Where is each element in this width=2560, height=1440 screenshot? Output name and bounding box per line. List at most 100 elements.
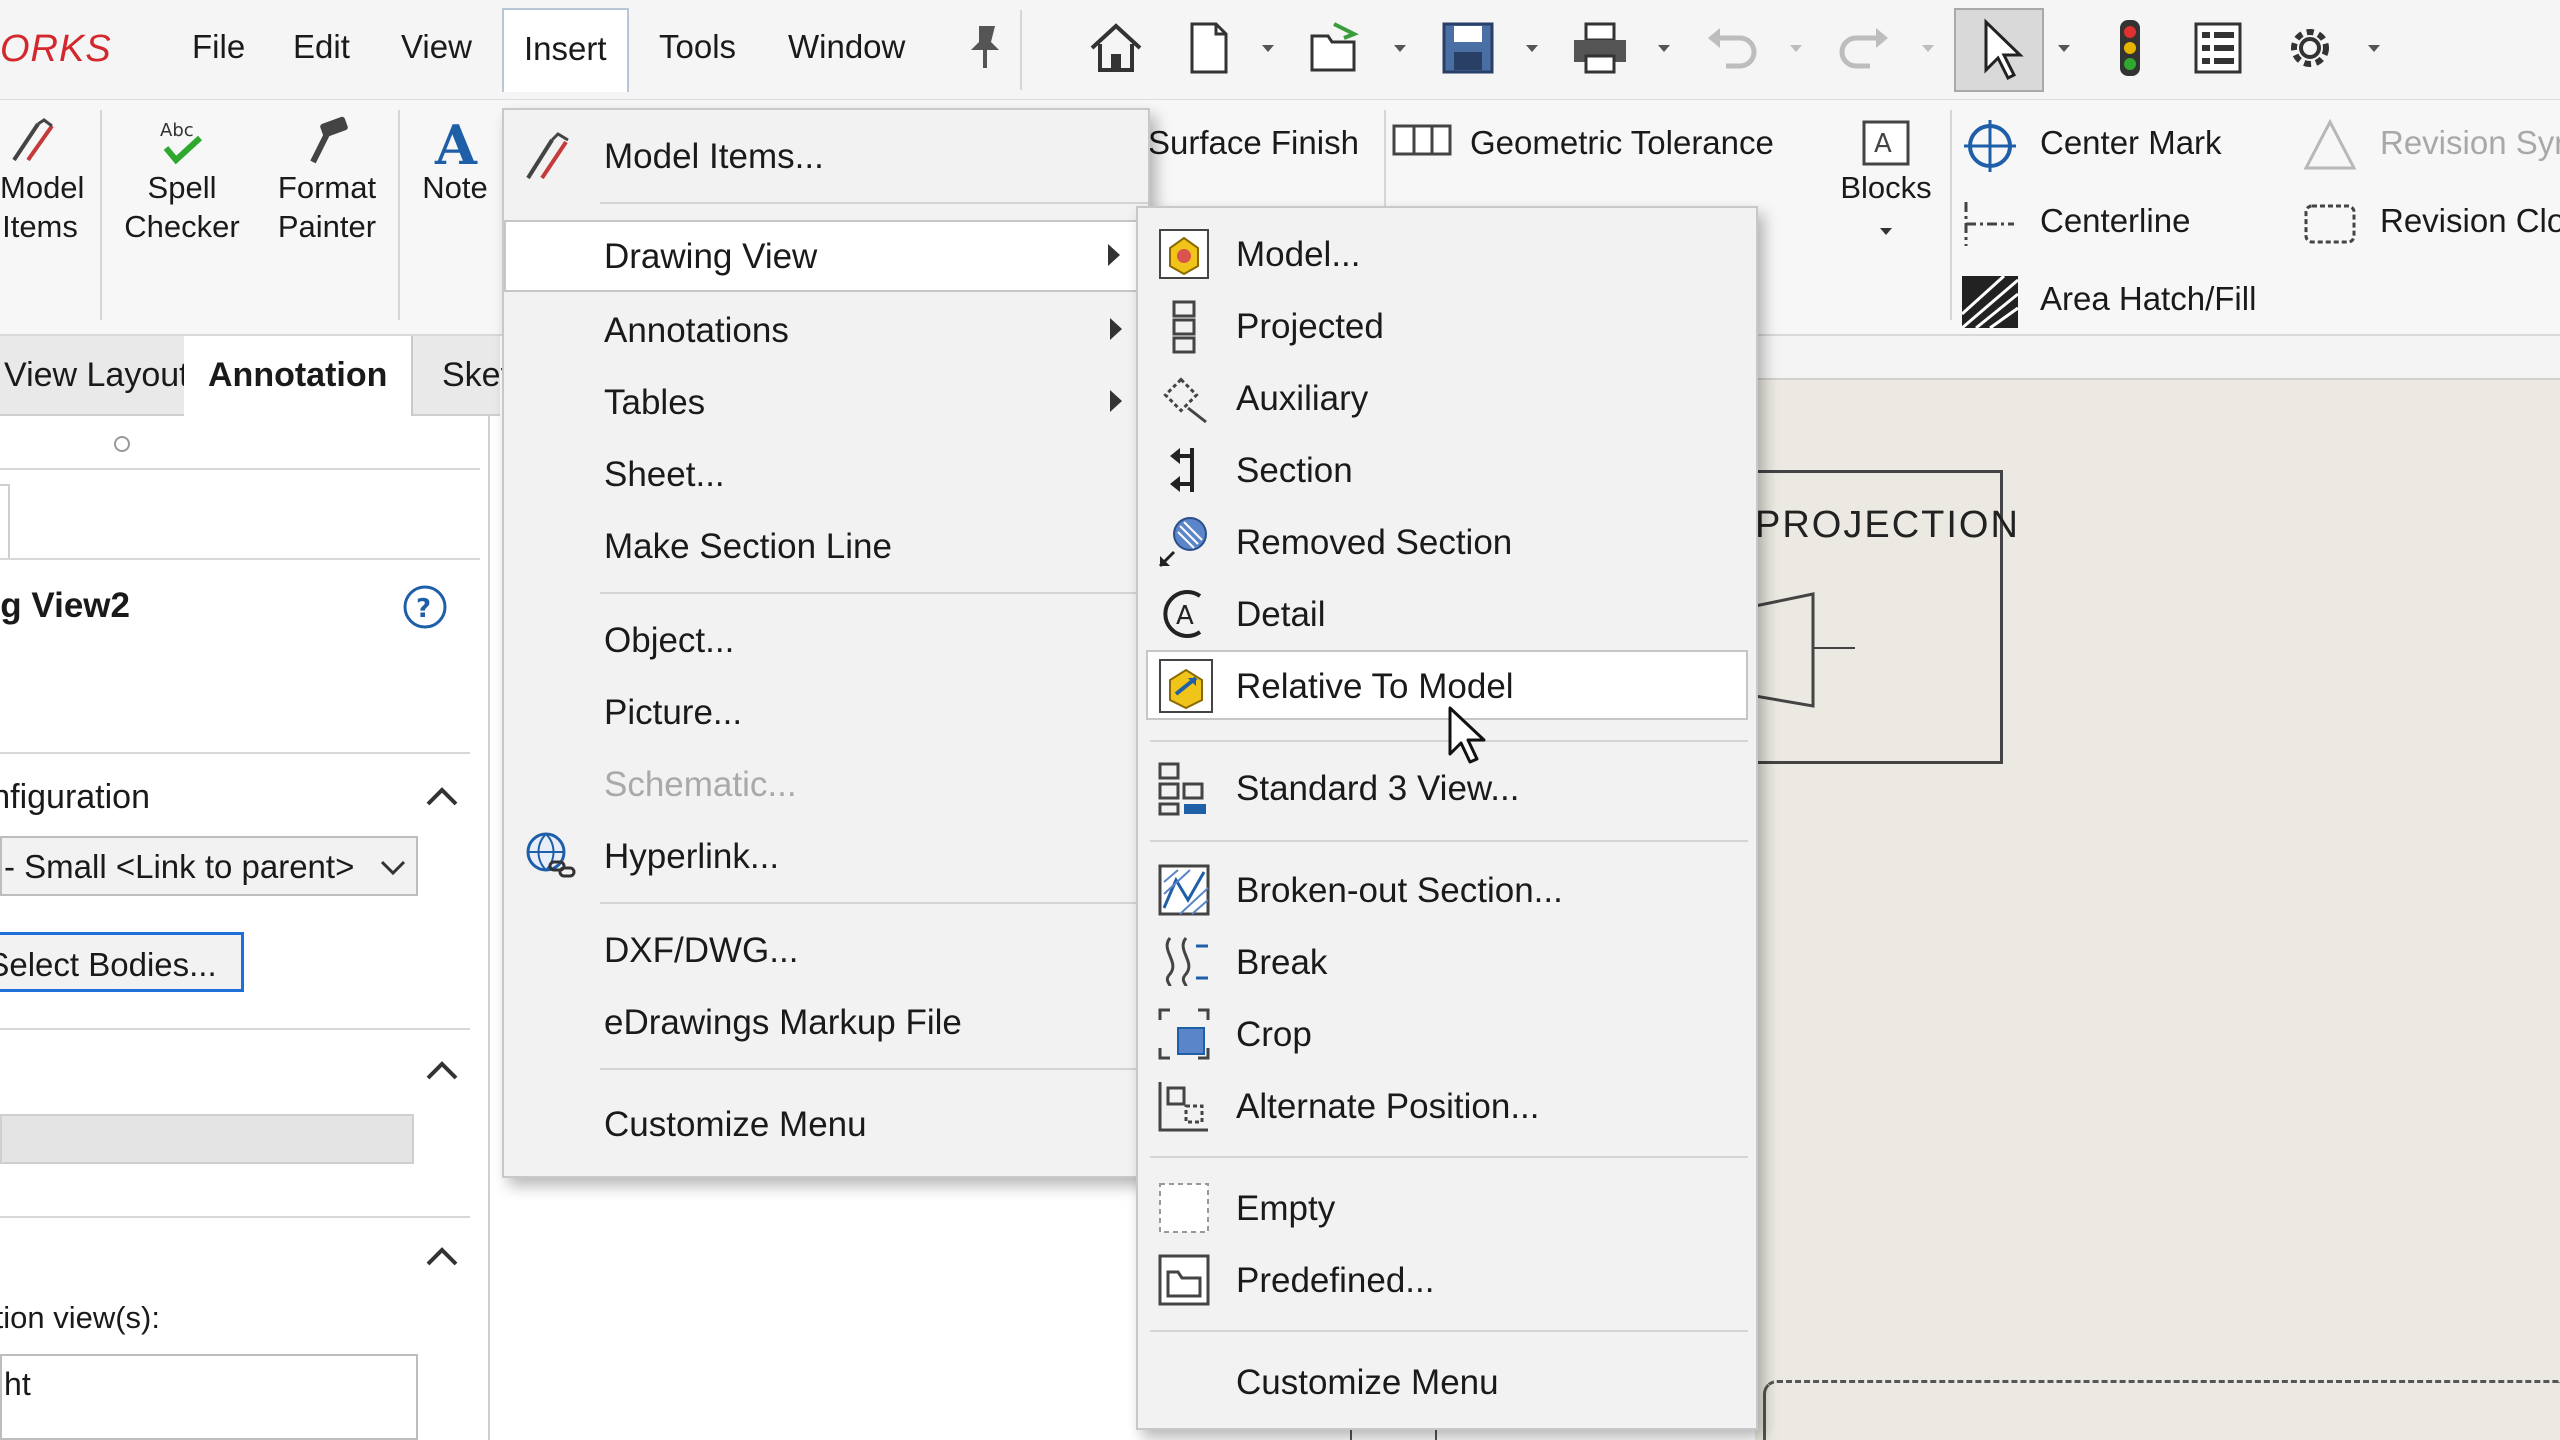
menu-item-make-section-line[interactable]: Make Section Line <box>504 512 1148 580</box>
menu-item-annotations[interactable]: Annotations <box>504 296 1148 364</box>
undo-dropdown-arrow-icon[interactable] <box>1786 38 1806 58</box>
submenu-item-customize-menu[interactable]: Customize Menu <box>1138 1348 1756 1416</box>
menu-item-edrawings-markup[interactable]: eDrawings Markup File <box>504 988 1148 1056</box>
revision-cloud-icon <box>2302 196 2358 252</box>
print-dropdown-arrow-icon[interactable] <box>1654 38 1674 58</box>
scale-field[interactable] <box>0 1114 414 1164</box>
panel-title: Drawing View2 <box>0 586 130 625</box>
insert-menu: Model Items... Drawing View Annotations … <box>502 108 1150 1178</box>
format-painter-label-line2: Painter <box>277 209 377 244</box>
submenu-item-alternate-position[interactable]: Alternate Position... <box>1138 1072 1756 1140</box>
menu-window[interactable]: Window <box>788 28 905 66</box>
menu-item-model-items[interactable]: Model Items... <box>504 122 1148 190</box>
submenu-item-model[interactable]: Model... <box>1138 220 1756 288</box>
note-button[interactable]: A Note <box>410 116 500 207</box>
open-icon[interactable] <box>1306 18 1366 78</box>
select-pointer-icon[interactable] <box>1954 8 2044 92</box>
menu-separator <box>600 902 1148 904</box>
file-properties-icon[interactable] <box>2188 18 2248 78</box>
menu-item-hyperlink[interactable]: Hyperlink... <box>504 822 1148 890</box>
model-items-button[interactable]: Model Items <box>0 116 84 246</box>
projected-view-icon <box>1156 298 1212 354</box>
home-icon[interactable] <box>1086 18 1146 78</box>
options-gear-icon[interactable] <box>2280 18 2340 78</box>
submenu-item-projected[interactable]: Projected <box>1138 292 1756 360</box>
menu-item-object[interactable]: Object... <box>504 606 1148 674</box>
submenu-item-predefined[interactable]: Predefined... <box>1138 1246 1756 1314</box>
spell-checker-button[interactable]: Abc Spell Checker <box>112 116 252 246</box>
blocks-dropdown-arrow-icon[interactable] <box>1876 221 1896 241</box>
new-dropdown-arrow-icon[interactable] <box>1258 38 1278 58</box>
menu-item-picture[interactable]: Picture... <box>504 678 1148 746</box>
menu-item-sheet[interactable]: Sheet... <box>504 440 1148 508</box>
submenu-item-auxiliary[interactable]: Auxiliary <box>1138 364 1756 432</box>
ribbon-divider <box>398 110 400 320</box>
svg-text:Abc: Abc <box>160 120 194 141</box>
traffic-light-icon[interactable] <box>2100 18 2160 78</box>
menu-item-label: Predefined... <box>1236 1261 1435 1300</box>
menu-item-tables[interactable]: Tables <box>504 368 1148 436</box>
submenu-item-detail[interactable]: A Detail <box>1138 580 1756 648</box>
redo-dropdown-arrow-icon[interactable] <box>1918 38 1938 58</box>
menu-item-label: Make Section Line <box>604 527 892 566</box>
sheet-border-dashed <box>1763 1380 2560 1440</box>
submenu-item-removed-section[interactable]: Removed Section <box>1138 508 1756 576</box>
submenu-item-empty[interactable]: Empty <box>1138 1174 1756 1242</box>
menu-edit[interactable]: Edit <box>293 28 350 66</box>
menu-item-label: Projected <box>1236 307 1384 346</box>
menu-separator <box>600 592 1148 594</box>
projection-view-item[interactable]: Right <box>2 1366 31 1403</box>
pin-icon[interactable] <box>965 22 1005 72</box>
menu-view[interactable]: View <box>401 28 472 66</box>
tab-view-layout[interactable]: View Layout <box>0 336 215 416</box>
configuration-dropdown[interactable]: - Small <Link to parent> <box>0 836 418 896</box>
collapse-chevron-icon[interactable] <box>424 1056 460 1086</box>
select-bodies-button[interactable]: Select Bodies... <box>0 932 244 992</box>
blocks-button[interactable]: A Blocks <box>1826 116 1946 241</box>
tab-annotation[interactable]: Annotation <box>184 336 414 416</box>
redo-icon[interactable] <box>1834 18 1894 78</box>
undo-icon[interactable] <box>1702 18 1762 78</box>
svg-text:?: ? <box>416 594 431 624</box>
collapse-chevron-icon[interactable] <box>424 782 460 812</box>
menu-item-label: Sheet... <box>604 455 725 494</box>
projection-views-list[interactable]: Right <box>0 1354 418 1440</box>
print-icon[interactable] <box>1570 18 1630 78</box>
alternate-position-icon <box>1156 1078 1212 1134</box>
menu-item-label: Broken-out Section... <box>1236 871 1563 910</box>
save-dropdown-arrow-icon[interactable] <box>1522 38 1542 58</box>
panel-divider <box>0 468 480 470</box>
select-dropdown-arrow-icon[interactable] <box>2054 38 2074 58</box>
save-icon[interactable] <box>1438 18 1498 78</box>
submenu-item-break[interactable]: Break <box>1138 928 1756 996</box>
menu-item-label: Tables <box>604 383 706 422</box>
toolbar-divider <box>1020 10 1022 90</box>
ribbon-divider <box>100 110 102 320</box>
new-document-icon[interactable] <box>1178 18 1238 78</box>
panel-divider <box>0 558 480 560</box>
open-dropdown-arrow-icon[interactable] <box>1390 38 1410 58</box>
collapse-chevron-icon[interactable] <box>424 1242 460 1272</box>
panel-grip-dot[interactable] <box>114 436 130 452</box>
options-dropdown-arrow-icon[interactable] <box>2364 38 2384 58</box>
menu-item-customize-menu[interactable]: Customize Menu <box>504 1090 1148 1158</box>
menu-insert[interactable]: Insert <box>502 8 629 92</box>
menu-item-dxf-dwg[interactable]: DXF/DWG... <box>504 916 1148 984</box>
menu-item-label: Customize Menu <box>1236 1363 1499 1402</box>
submenu-item-section[interactable]: Section <box>1138 436 1756 504</box>
format-painter-button[interactable]: Format Painter <box>262 116 392 246</box>
revision-symbol-icon <box>2302 118 2358 174</box>
app-brand-logo: ORKS <box>0 28 112 70</box>
panel-tab-stub <box>0 484 10 560</box>
help-icon[interactable]: ? <box>402 584 448 630</box>
menu-file[interactable]: File <box>192 28 245 66</box>
submenu-item-broken-out-section[interactable]: Broken-out Section... <box>1138 856 1756 924</box>
submenu-arrow-icon <box>1110 390 1122 412</box>
menu-separator <box>600 202 1148 204</box>
menu-item-label: Relative To Model <box>1236 667 1514 706</box>
model-view-geometry[interactable] <box>1755 580 1875 720</box>
menu-tools[interactable]: Tools <box>659 28 736 66</box>
menu-item-drawing-view[interactable]: Drawing View <box>504 220 1148 292</box>
submenu-item-crop[interactable]: Crop <box>1138 1000 1756 1068</box>
drawing-sheet-area[interactable]: PROJECTION <box>1350 380 2560 1440</box>
